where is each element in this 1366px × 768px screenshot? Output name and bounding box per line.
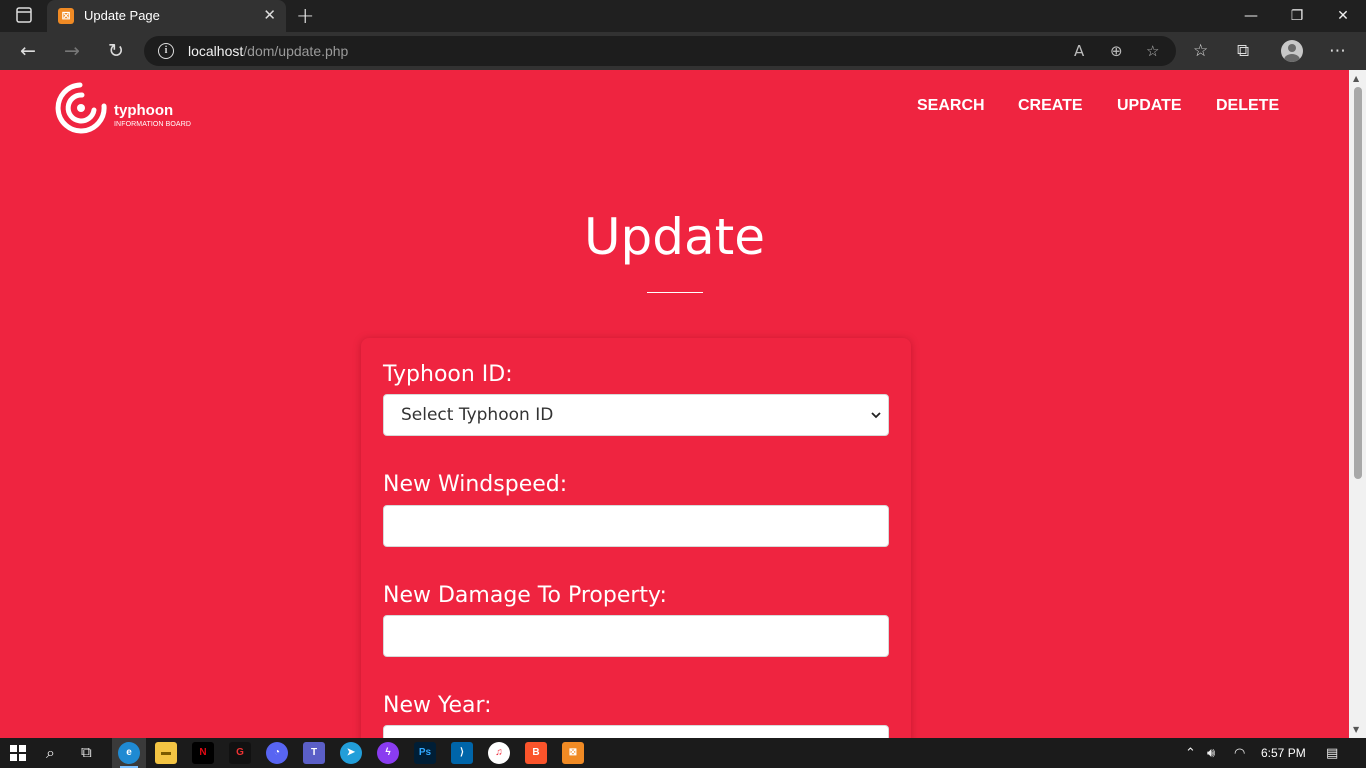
browser-titlebar: ⊠ Update Page ✕ + — ❐ ✕ [0,0,1366,32]
xampp-taskbar-icon[interactable]: ⊠ [562,742,584,764]
search-icon[interactable]: ⌕ [46,743,55,763]
nav-update[interactable]: UPDATE [1117,97,1182,115]
new-tab-icon[interactable]: + [296,4,314,29]
vscode-icon[interactable]: ⟩ [451,742,473,764]
typhoon-id-select-value: Select Typhoon ID [401,405,554,425]
volume-icon[interactable]: 🔊︎ [1207,746,1215,761]
update-form: Typhoon ID: Select Typhoon ID New Windsp… [361,338,911,738]
restore-icon[interactable]: ❐ [1274,0,1320,32]
add-favorite-icon[interactable]: ☆ [1146,42,1159,60]
taskbar: ⌕ ⧉ e ▬ N G ◔ T ➤ ϟ Ps ⟩ ♫ B ⊠ ⌃ 🔊︎ ◠ 6:… [0,738,1366,768]
damage-label: New Damage To Property: [383,583,667,608]
teams-icon[interactable]: T [303,742,325,764]
telegram-icon[interactable]: ➤ [340,742,362,764]
chevron-up-icon[interactable]: ⌃ [1185,746,1196,761]
minimize-icon[interactable]: — [1228,0,1274,32]
nav-create[interactable]: CREATE [1018,97,1083,115]
discord-icon[interactable]: ◔ [266,742,288,764]
back-icon[interactable]: ← [16,40,40,62]
favorites-icon[interactable]: ☆ [1193,41,1208,61]
photoshop-icon[interactable]: Ps [414,742,436,764]
browser-toolbar: ← → ↻ i localhost/dom/update.php A ⊕ ☆ ☆… [0,32,1366,70]
windspeed-input[interactable] [383,505,889,547]
collections-icon[interactable]: ⧉ [1237,41,1249,61]
damage-input[interactable] [383,615,889,657]
brave-icon[interactable]: B [525,742,547,764]
nav-search[interactable]: SEARCH [917,97,985,115]
scrollbar-thumb[interactable] [1354,87,1362,479]
scroll-down-icon[interactable]: ▼ [1353,725,1359,734]
page-title: Update [583,208,766,266]
garena-icon[interactable]: G [229,742,251,764]
close-window-icon[interactable]: ✕ [1320,0,1366,32]
notifications-icon[interactable]: ▤ [1326,746,1338,761]
typhoon-logo-icon [55,82,107,134]
profile-avatar[interactable] [1281,40,1303,62]
read-aloud-icon[interactable]: A [1074,42,1084,60]
refresh-icon[interactable]: ↻ [104,40,128,62]
more-icon[interactable]: ⋯ [1329,41,1346,61]
typhoon-id-select[interactable]: Select Typhoon ID [383,394,889,436]
forward-icon[interactable]: → [60,40,84,62]
edge-icon[interactable]: e [118,742,140,764]
tab-actions-icon[interactable] [10,7,38,25]
year-label: New Year: [383,693,492,718]
tab-title: Update Page [84,8,160,23]
browser-tab[interactable]: ⊠ Update Page ✕ [47,0,286,32]
windspeed-label: New Windspeed: [383,472,568,497]
year-input[interactable] [383,725,889,738]
netflix-icon[interactable]: N [192,742,214,764]
wifi-icon[interactable]: ◠ [1234,746,1245,761]
page-scrollbar[interactable]: ▲ ▼ [1349,70,1366,738]
zoom-icon[interactable]: ⊕ [1110,42,1123,60]
clock[interactable]: 6:57 PM [1261,746,1306,760]
page-viewport: typhoon INFORMATION BOARD SEARCH CREATE … [0,70,1366,738]
url-text[interactable]: localhost/dom/update.php [188,43,348,59]
messenger-icon[interactable]: ϟ [377,742,399,764]
logo-subtitle: INFORMATION BOARD [114,121,192,128]
typhoon-id-label: Typhoon ID: [383,362,513,387]
xampp-icon: ⊠ [58,8,74,24]
site-logo[interactable]: typhoon INFORMATION BOARD [52,80,202,136]
windows-start-icon[interactable] [10,745,26,761]
itunes-icon[interactable]: ♫ [488,742,510,764]
chevron-down-icon [871,412,881,419]
title-divider [647,292,703,293]
logo-name: typhoon [114,102,174,119]
file-explorer-icon[interactable]: ▬ [155,742,177,764]
nav-delete[interactable]: DELETE [1216,97,1279,115]
task-view-icon[interactable]: ⧉ [81,743,92,761]
close-tab-icon[interactable]: ✕ [263,6,276,24]
scroll-up-icon[interactable]: ▲ [1353,74,1359,83]
info-icon[interactable]: i [158,43,174,59]
address-bar[interactable]: i localhost/dom/update.php A ⊕ ☆ [144,36,1176,66]
